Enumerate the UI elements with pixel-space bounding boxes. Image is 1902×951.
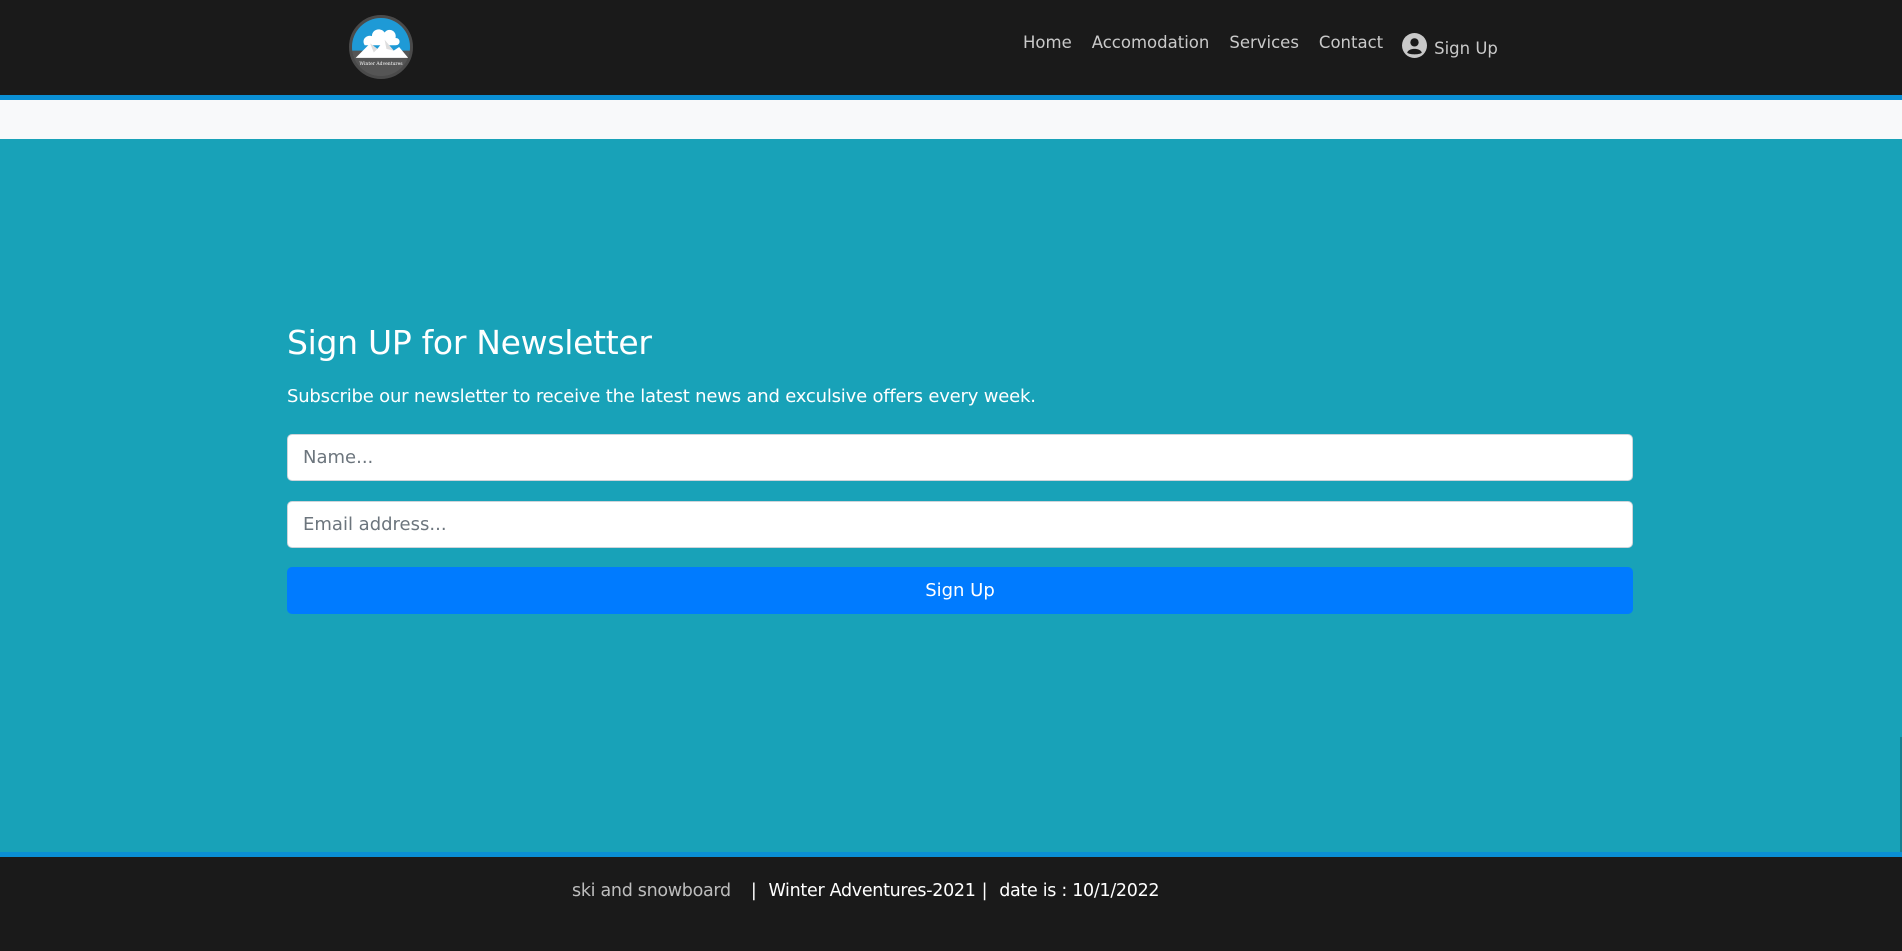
light-strip xyxy=(0,100,1902,139)
site-header: Winter Adventures Home Accomodation Serv… xyxy=(0,0,1902,95)
site-footer: ski and snowboard | Winter Adventures-20… xyxy=(0,857,1902,951)
footer-date: date is : 10/1/2022 xyxy=(999,881,1160,901)
name-input[interactable] xyxy=(287,434,1633,481)
nav-services[interactable]: Services xyxy=(1229,32,1299,54)
nav-contact[interactable]: Contact xyxy=(1319,32,1383,54)
nav-sign-up[interactable]: Sign Up xyxy=(1402,31,1498,60)
footer-brand: Winter Adventures-2021 xyxy=(768,881,976,901)
main-nav: Home Accomodation Services Contact Sign … xyxy=(1023,32,1518,60)
newsletter-title: Sign UP for Newsletter xyxy=(287,323,652,362)
sign-up-label: Sign Up xyxy=(1434,39,1498,58)
footer-separator: | xyxy=(750,881,757,901)
user-circle-icon xyxy=(1402,33,1428,58)
mountain-logo-icon: Winter Adventures xyxy=(352,18,410,76)
footer-separator: | xyxy=(981,881,988,901)
footer-tagline: ski and snowboard xyxy=(572,881,731,901)
sign-up-button[interactable]: Sign Up xyxy=(287,567,1633,614)
newsletter-subtitle: Subscribe our newsletter to receive the … xyxy=(287,386,1036,407)
email-input[interactable] xyxy=(287,501,1633,548)
footer-text: ski and snowboard | Winter Adventures-20… xyxy=(572,881,1160,901)
nav-home[interactable]: Home xyxy=(1023,32,1072,54)
svg-text:Winter Adventures: Winter Adventures xyxy=(359,61,403,67)
logo[interactable]: Winter Adventures xyxy=(349,15,413,79)
nav-accomodation[interactable]: Accomodation xyxy=(1092,32,1210,54)
